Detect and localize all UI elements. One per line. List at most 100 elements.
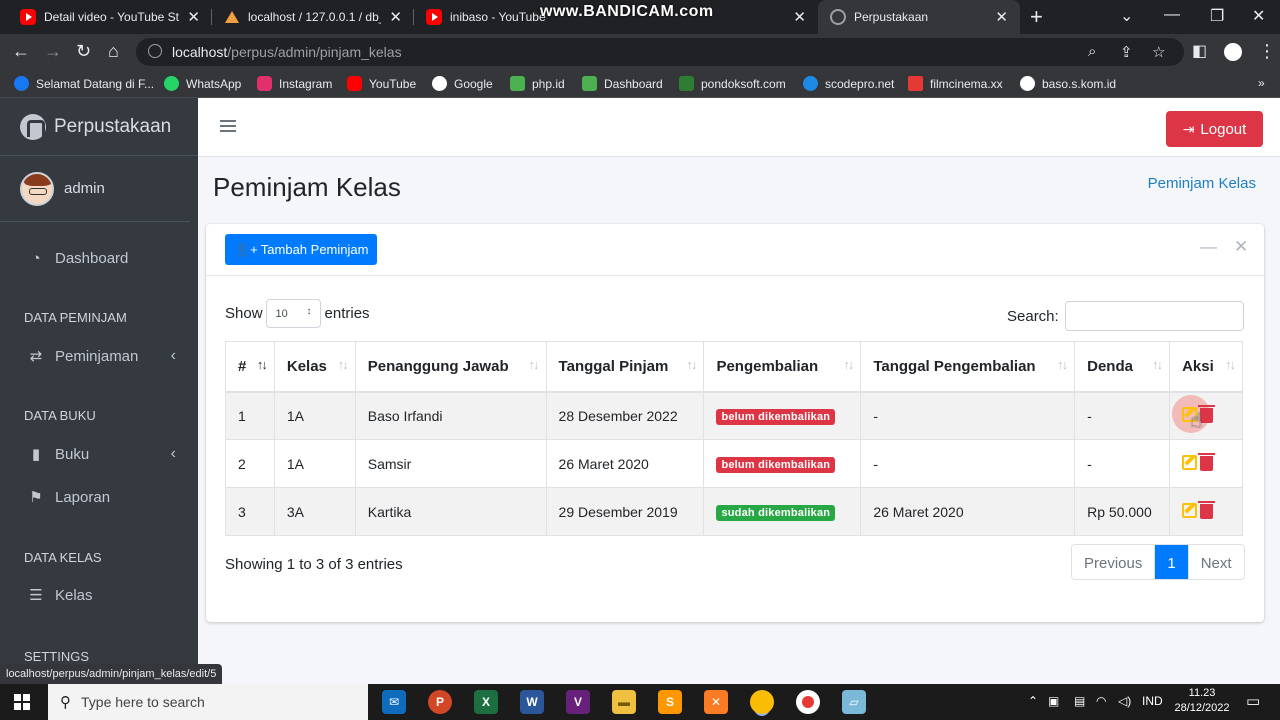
bookmark-item[interactable]: Google	[432, 76, 493, 91]
bookmark-item[interactable]: baso.s.kom.id	[1020, 76, 1116, 91]
brand-link[interactable]: Perpustakaan	[0, 98, 198, 156]
taskbar-clock[interactable]: 11.23 28/12/2022	[1172, 686, 1232, 716]
site-info-icon[interactable]	[148, 44, 162, 58]
column-header-denda[interactable]: Denda ↑↓	[1074, 341, 1171, 393]
windows-start-icon[interactable]	[14, 694, 30, 710]
column-header-tanggal-pengembalian[interactable]: Tanggal Pengembalian ↑↓	[860, 341, 1076, 393]
new-tab-plus-icon[interactable]: +	[1030, 4, 1043, 30]
breadcrumb[interactable]: Peminjam Kelas	[1148, 175, 1256, 192]
sidebar-item-peminjaman[interactable]: ⇄ Peminjaman ‹	[0, 338, 198, 374]
browser-tab[interactable]: localhost / 127.0.0.1 / db_perpus ✕	[212, 0, 414, 34]
page-length-select[interactable]: 10	[265, 299, 321, 328]
sublime-text-icon[interactable]: S	[658, 690, 682, 714]
edit-icon[interactable]	[1182, 503, 1198, 518]
edit-icon[interactable]	[1182, 455, 1198, 470]
xampp-icon[interactable]: ✕	[704, 690, 728, 714]
powerpoint-icon[interactable]: P	[428, 690, 452, 714]
browser-tab-active[interactable]: Perpustakaan ✕	[818, 0, 1020, 34]
logout-button[interactable]: ⇥ Logout	[1166, 111, 1263, 147]
sidebar-item-laporan[interactable]: ⚑ Laporan	[0, 479, 198, 515]
page-button-1[interactable]: 1	[1154, 545, 1188, 579]
back-arrow-icon[interactable]: ←	[12, 41, 30, 62]
menu-kebab-icon[interactable]: ⋮	[1258, 41, 1276, 62]
column-header-tanggal-pinjam[interactable]: Tanggal Pinjam ↑↓	[545, 341, 705, 393]
brand-name: Perpustakaan	[54, 115, 172, 137]
trash-icon[interactable]	[1198, 501, 1216, 519]
previous-page-button[interactable]: Previous	[1072, 545, 1155, 579]
column-header-kelas[interactable]: Kelas ↑↓	[273, 341, 356, 393]
table-info: Showing 1 to 3 of 3 entries	[225, 556, 403, 573]
tray-device-icon[interactable]: ▤	[1074, 694, 1085, 708]
side-panel-icon[interactable]: ◧	[1192, 41, 1207, 61]
notepad-icon[interactable]: ▱	[842, 690, 866, 714]
tray-app-icon[interactable]: ▣	[1048, 694, 1059, 708]
status-badge: belum dikembalikan	[716, 408, 836, 425]
close-tab-icon[interactable]: ✕	[187, 8, 200, 26]
remove-close-icon[interactable]: ✕	[1234, 237, 1248, 257]
sidebar-item-kelas[interactable]: ☰ Kelas	[0, 577, 198, 613]
close-tab-icon[interactable]: ✕	[389, 8, 402, 26]
hamburger-menu-icon[interactable]	[220, 120, 236, 132]
column-label: Kelas	[286, 357, 327, 375]
bookmark-item[interactable]: Selamat Datang di F...	[14, 76, 154, 91]
bookmark-item[interactable]: filmcinema.xx	[908, 76, 1003, 91]
close-window-icon[interactable]: ✕	[1252, 6, 1265, 26]
scodepro-icon	[803, 76, 818, 91]
bookmark-item[interactable]: Instagram	[257, 76, 332, 91]
word-icon[interactable]: W	[520, 690, 544, 714]
share-icon[interactable]: ⇪	[1120, 43, 1133, 61]
nav-header-peminjam: DATA PEMINJAM	[24, 310, 127, 325]
bandicam-record-icon[interactable]	[796, 690, 820, 714]
bookmark-label: filmcinema.xx	[930, 76, 1003, 91]
wifi-icon[interactable]: ◠	[1096, 694, 1106, 708]
minimize-icon[interactable]: —	[1164, 6, 1180, 24]
close-tab-icon[interactable]: ✕	[995, 8, 1008, 26]
browser-tab[interactable]: Detail video - YouTube Studio ✕	[8, 0, 212, 34]
bookmark-star-icon[interactable]: ☆	[1152, 43, 1165, 61]
reload-icon[interactable]: ↻	[76, 41, 91, 62]
tray-chevron-icon[interactable]: ⌃	[1028, 694, 1038, 708]
column-header-aksi[interactable]: Aksi ↑↓	[1169, 341, 1243, 393]
bandicam-watermark: www.BANDICAM.com	[540, 3, 714, 20]
column-header-penanggung-jawab[interactable]: Penanggung Jawab ↑↓	[354, 341, 547, 393]
cell-tanggal-pengembalian: 26 Maret 2020	[860, 487, 1076, 536]
cell-kelas: 1A	[273, 391, 356, 440]
bookmarks-overflow-icon[interactable]: »	[1258, 76, 1265, 90]
excel-icon[interactable]: X	[474, 690, 498, 714]
close-tab-icon[interactable]: ✕	[793, 8, 806, 26]
next-page-button[interactable]: Next	[1187, 545, 1244, 579]
tab-search-chevron-icon[interactable]: ⌄	[1120, 6, 1133, 26]
trash-icon[interactable]	[1198, 453, 1216, 471]
browser-tab-strip: Detail video - YouTube Studio ✕ localhos…	[0, 0, 1280, 34]
sidebar-item-buku[interactable]: ▮ Buku ‹	[0, 436, 198, 472]
add-borrower-button[interactable]: 👤+ Tambah Peminjam	[225, 234, 378, 265]
bookmark-item[interactable]: Dashboard	[582, 76, 663, 91]
forward-arrow-icon[interactable]: →	[44, 41, 62, 62]
chrome-icon[interactable]	[750, 690, 774, 714]
bookmark-item[interactable]: WhatsApp	[164, 76, 241, 91]
bookmark-item[interactable]: php.id	[510, 76, 565, 91]
address-bar[interactable]: localhost/perpus/admin/pinjam_kelas ⌕ ⇪ …	[136, 38, 1184, 66]
globe-icon	[830, 9, 846, 25]
sidebar-item-dashboard[interactable]: ◔ Dashboard	[0, 240, 198, 276]
taskbar-search-box[interactable]: ⚲ Type here to search	[48, 684, 368, 720]
collapse-minus-icon[interactable]: —	[1200, 237, 1217, 257]
visual-studio-icon[interactable]: V	[566, 690, 590, 714]
logout-label: Logout	[1200, 120, 1247, 138]
language-indicator[interactable]: IND	[1142, 694, 1163, 708]
bookmark-item[interactable]: scodepro.net	[803, 76, 894, 91]
volume-icon[interactable]: ◁)	[1118, 694, 1131, 708]
restore-icon[interactable]: ❐	[1210, 6, 1224, 26]
search-input[interactable]	[1064, 301, 1244, 331]
home-icon[interactable]: ⌂	[108, 41, 119, 62]
column-header-pengembalian[interactable]: Pengembalian ↑↓	[703, 341, 862, 393]
notification-icon[interactable]: ▭	[1246, 692, 1260, 710]
zoom-icon[interactable]: ⌕	[1088, 43, 1096, 60]
user-panel[interactable]: admin	[0, 156, 190, 222]
file-explorer-icon[interactable]: ▬	[612, 690, 636, 714]
column-header-number[interactable]: # ↑↓	[225, 341, 275, 393]
bookmark-item[interactable]: YouTube	[347, 76, 416, 91]
bookmark-item[interactable]: pondoksoft.com	[679, 76, 786, 91]
profile-avatar-icon[interactable]	[1224, 43, 1242, 61]
mail-app-icon[interactable]: ✉	[382, 690, 406, 714]
